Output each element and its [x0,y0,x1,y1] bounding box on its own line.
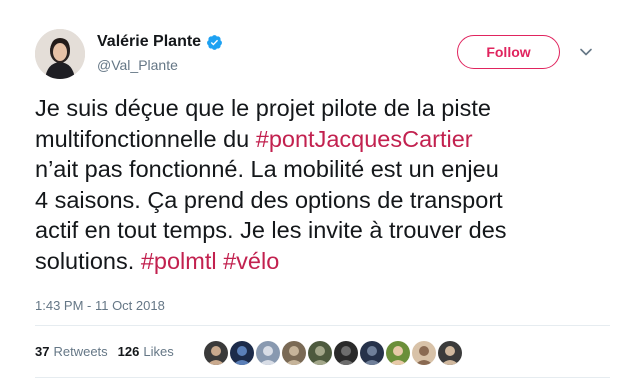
likes-stat[interactable]: 126 Likes [118,344,174,359]
liker-avatars [202,339,464,367]
tweet-text-line: multifonctionnelle du #pontJacquesCartie… [35,124,615,155]
likes-label: Likes [143,344,174,359]
divider [35,325,610,326]
avatar-image [35,29,85,79]
tweet-text-line: actif en tout temps. Je les invite à tro… [35,215,615,246]
author-avatar[interactable] [35,29,85,79]
divider [35,377,610,378]
hashtag-link[interactable]: #pontJacquesCartier [256,126,473,152]
tweet-stats: 37 Retweets 126 Likes [35,344,184,359]
hashtag-link[interactable]: #polmtl [141,248,217,274]
liker-avatar[interactable] [254,339,282,367]
tweet-text-segment: multifonctionnelle du [35,125,256,152]
tweet-text-line: Je suis déçue que le projet pilote de la… [35,93,615,124]
retweets-count: 37 [35,344,50,359]
author-name-row[interactable]: Valérie Plante [97,33,223,51]
liker-avatar[interactable] [228,339,256,367]
follow-button[interactable]: Follow [457,35,560,69]
tweet-text-segment: actif en tout temps. Je les invite à tro… [35,217,507,243]
liker-avatar[interactable] [384,339,412,367]
retweets-label: Retweets [53,344,108,359]
retweets-stat[interactable]: 37 Retweets [35,344,108,359]
tweet-text-segment: n’ait pas fonctionné. La mobilité est un… [35,156,499,182]
liker-avatar[interactable] [332,339,360,367]
tweet-text: Je suis déçue que le projet pilote de la… [35,93,615,276]
liker-avatar[interactable] [280,339,308,367]
liker-avatar[interactable] [202,339,230,367]
verified-badge-icon [207,34,222,50]
liker-avatar[interactable] [436,339,464,367]
tweet-text-line: n’ait pas fonctionné. La mobilité est un… [35,154,615,185]
tweet-text-segment: solutions. [35,247,141,274]
liker-avatar[interactable] [410,339,438,367]
likes-count: 126 [117,344,140,359]
chevron-down-icon[interactable] [578,44,594,60]
author-handle[interactable]: @Val_Plante [97,57,178,73]
liker-avatar[interactable] [306,339,334,367]
author-name[interactable]: Valérie Plante [97,33,201,51]
tweet-text-segment: 4 saisons. Ça prend des options de trans… [35,186,503,213]
hashtag-link[interactable]: #vélo [223,248,279,274]
tweet-text-segment: Je suis déçue que le projet pilote de la… [35,95,491,121]
liker-avatar[interactable] [358,339,386,367]
tweet-timestamp[interactable]: 1:43 PM - 11 Oct 2018 [35,298,165,313]
tweet-text-line: solutions. #polmtl #vélo [35,246,615,277]
tweet-text-line: 4 saisons. Ça prend des options de trans… [35,185,615,216]
